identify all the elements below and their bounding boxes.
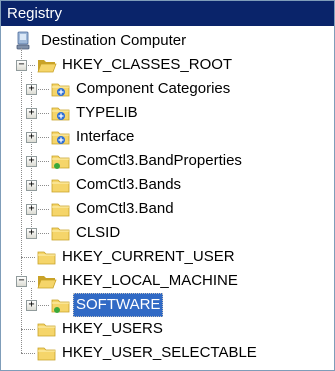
collapse-toggle-icon[interactable]: − xyxy=(16,60,27,71)
expand-toggle-icon[interactable]: + xyxy=(26,228,37,239)
folder-green-icon xyxy=(51,297,71,313)
tree-node-comctl3-bandproperties[interactable]: + ComCtl3.BandProperties xyxy=(1,149,334,173)
tree-node-hkcu[interactable]: HKEY_CURRENT_USER xyxy=(1,245,334,269)
folder-icon xyxy=(51,201,71,217)
tree-node-label: Interface xyxy=(76,128,135,145)
folder-link-icon xyxy=(51,129,71,145)
folder-icon xyxy=(51,225,71,241)
tree-node-label: CLSID xyxy=(76,224,121,241)
expand-toggle-icon[interactable]: + xyxy=(26,156,37,167)
tree-node-typelib[interactable]: + TYPELIB xyxy=(1,101,334,125)
folder-icon xyxy=(37,345,57,361)
collapse-toggle-icon[interactable]: − xyxy=(16,276,27,287)
expand-toggle-icon[interactable]: + xyxy=(26,204,37,215)
expand-toggle-icon[interactable]: + xyxy=(26,300,37,311)
tree-node-software[interactable]: + SOFTWARE xyxy=(1,293,334,317)
tree-node-label: HKEY_CLASSES_ROOT xyxy=(62,56,233,73)
tree-node-label: SOFTWARE xyxy=(73,293,164,317)
tree-node-label: ComCtl3.Bands xyxy=(76,176,182,193)
folder-green-icon xyxy=(51,153,71,169)
tree-node-label: ComCtl3.Band xyxy=(76,200,174,217)
tree-node-comctl3-bands[interactable]: + ComCtl3.Bands xyxy=(1,173,334,197)
tree-node-label: HKEY_USERS xyxy=(62,320,163,337)
folder-icon xyxy=(51,177,71,193)
tree-node-hkcr[interactable]: − HKEY_CLASSES_ROOT xyxy=(1,53,334,77)
tree-node-hku[interactable]: HKEY_USERS xyxy=(1,317,334,341)
tree-node-component-categories[interactable]: + Component Categories xyxy=(1,77,334,101)
tree-node-hkus[interactable]: HKEY_USER_SELECTABLE xyxy=(1,341,334,365)
folder-link-icon xyxy=(51,81,71,97)
tree-root[interactable]: Destination Computer xyxy=(1,29,334,53)
tree-root-label: Destination Computer xyxy=(41,32,187,49)
tree-node-comctl3-band[interactable]: + ComCtl3.Band xyxy=(1,197,334,221)
folder-link-icon xyxy=(51,105,71,121)
registry-panel: Registry Destination Computer − HKEY_CLAS… xyxy=(0,0,335,371)
tree-node-label: HKEY_CURRENT_USER xyxy=(62,248,235,265)
tree-node-hklm[interactable]: − HKEY_LOCAL_MACHINE xyxy=(1,269,334,293)
expand-toggle-icon[interactable]: + xyxy=(26,132,37,143)
folder-icon xyxy=(37,321,57,337)
tree-node-label: HKEY_USER_SELECTABLE xyxy=(62,344,257,361)
expand-toggle-icon[interactable]: + xyxy=(26,180,37,191)
expand-toggle-icon[interactable]: + xyxy=(26,108,37,119)
tree-node-clsid[interactable]: + CLSID xyxy=(1,221,334,245)
folder-open-icon xyxy=(37,273,57,289)
registry-tree[interactable]: Destination Computer − HKEY_CLASSES_ROOT +… xyxy=(1,26,334,370)
folder-open-icon xyxy=(37,57,57,73)
panel-title: Registry xyxy=(1,1,334,26)
folder-icon xyxy=(37,249,57,265)
tree-node-label: ComCtl3.BandProperties xyxy=(76,152,242,169)
tree-node-label: HKEY_LOCAL_MACHINE xyxy=(62,272,238,289)
expand-toggle-icon[interactable]: + xyxy=(26,84,37,95)
tree-node-label: Component Categories xyxy=(76,80,231,97)
computer-icon xyxy=(15,31,33,51)
tree-node-label: TYPELIB xyxy=(76,104,138,121)
tree-node-interface[interactable]: + Interface xyxy=(1,125,334,149)
